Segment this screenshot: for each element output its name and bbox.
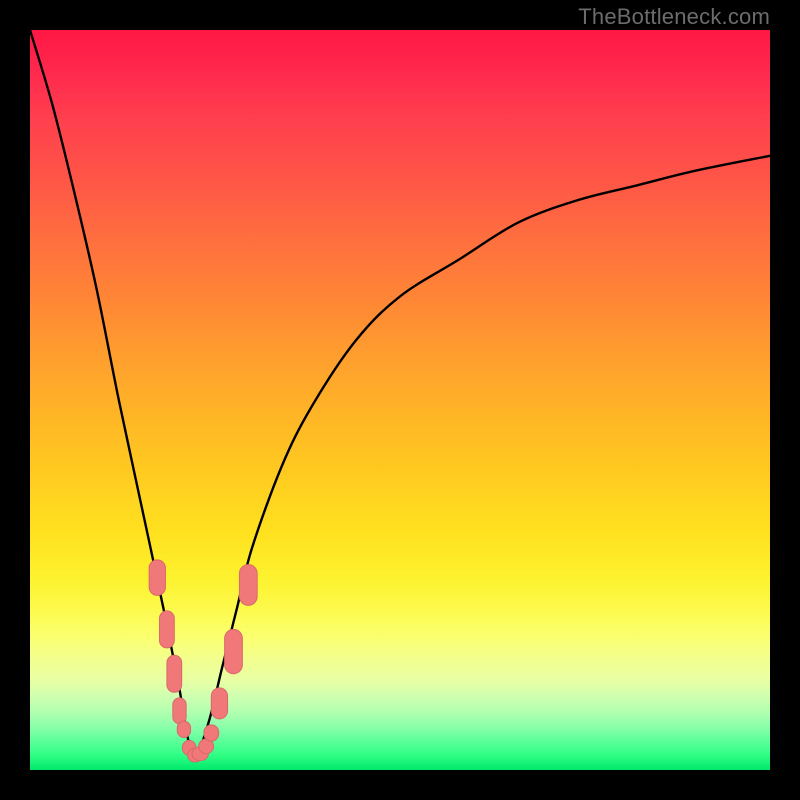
highlighted-points — [149, 560, 257, 762]
marker-point — [173, 698, 186, 724]
marker-point — [177, 721, 190, 737]
marker-point — [239, 565, 257, 606]
chart-frame: TheBottleneck.com — [0, 0, 800, 800]
marker-point — [167, 655, 182, 692]
marker-point — [225, 629, 243, 673]
watermark-text: TheBottleneck.com — [578, 4, 770, 30]
marker-point — [149, 560, 165, 596]
bottleneck-curve — [30, 30, 770, 757]
marker-point — [204, 725, 219, 741]
plot-area — [30, 30, 770, 770]
marker-point — [211, 688, 227, 719]
curve-layer — [30, 30, 770, 770]
marker-point — [160, 611, 175, 648]
